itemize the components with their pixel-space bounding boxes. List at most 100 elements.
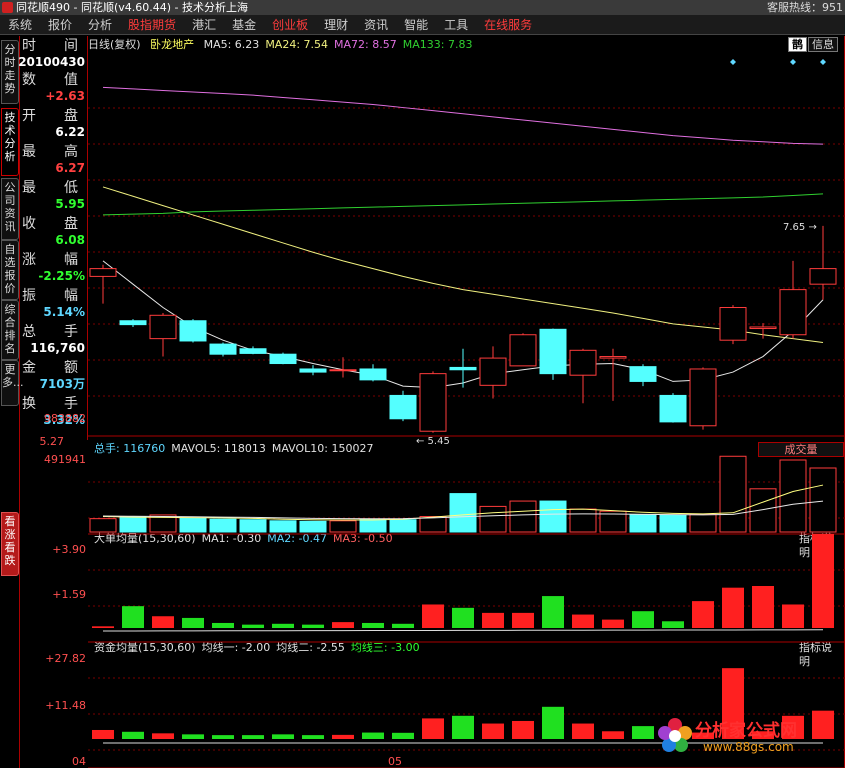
menu-item-3[interactable]: 股指期货 [120, 15, 184, 34]
info-label-7: 总 手 [22, 324, 78, 340]
info-label-4: 收 盘 [22, 216, 78, 232]
ma133-line [102, 193, 824, 216]
volume-bar [569, 508, 597, 533]
candle-body [239, 348, 267, 354]
candle-body [419, 373, 447, 432]
chart-canvas[interactable]: 7.65 → ← 5.45 05 [88, 36, 845, 768]
candle-body [479, 357, 507, 386]
event-marker-icon [790, 59, 796, 65]
candle-body [539, 328, 567, 375]
volume-bar [659, 514, 687, 533]
fund-bar [452, 715, 474, 739]
bigorder-bar [482, 612, 504, 628]
fund-bar [92, 729, 114, 739]
watermark-title: 分析家公式网 [695, 721, 797, 741]
info-label-6: 振 幅 [22, 288, 78, 304]
fund-axis-mid: +11.48 [45, 699, 86, 712]
bigorder-bar [362, 622, 384, 628]
bigorder-bar [122, 606, 144, 628]
fund-bar [542, 706, 564, 739]
volume-bar [509, 500, 537, 533]
volume-axis-top: 983882 [44, 412, 86, 425]
volume-bar [389, 519, 417, 533]
menu-item-8[interactable]: 资讯 [356, 15, 396, 34]
fund-bar [122, 731, 144, 739]
tab-intraday[interactable]: 分时走势 [1, 40, 19, 104]
menu-item-4[interactable]: 港汇 [184, 15, 224, 34]
volume-bar [449, 493, 477, 533]
volume-bar [809, 467, 837, 533]
info-value-2: 6.27 [55, 161, 85, 175]
ma72-line [102, 86, 824, 145]
bigorder-bar [512, 612, 534, 628]
price-axis-bottom: 5.27 [39, 435, 65, 448]
menu-item-0[interactable]: 系统 [0, 15, 40, 34]
fund-bar [302, 735, 324, 739]
volume-bar [209, 518, 237, 533]
volume-bar [419, 516, 447, 533]
menu-item-1[interactable]: 报价 [40, 15, 80, 34]
ma24-line [102, 186, 824, 344]
bigorder-bar [152, 616, 174, 628]
volume-bar [89, 518, 117, 533]
info-value-5: -2.25% [38, 269, 85, 283]
fund-bar [572, 723, 594, 739]
volume-bar [359, 518, 387, 533]
info-label-9: 换 手 [22, 396, 78, 412]
info-value-1: 6.22 [55, 125, 85, 139]
bigorder-bar [752, 586, 774, 628]
bigorder-bar [392, 623, 414, 628]
info-label-1: 开 盘 [22, 108, 78, 124]
fund-axis-top: +27.82 [45, 652, 86, 665]
info-label-2: 最 高 [22, 144, 78, 160]
bigorder-ma-line [102, 629, 824, 632]
info-label-8: 金 额 [22, 360, 78, 376]
fund-bar [332, 734, 354, 739]
candle-body [179, 320, 207, 342]
menu-item-9[interactable]: 智能 [396, 15, 436, 34]
bigorder-bar [632, 611, 654, 628]
low-price-annotation: ← 5.45 [416, 436, 450, 447]
tab-technical-analysis[interactable]: 技术分析 [1, 108, 19, 176]
hotline-text: 客服热线：951 [767, 1, 843, 14]
info-label-5: 涨 幅 [22, 252, 78, 268]
event-marker-icon [820, 59, 826, 65]
tab-bull-bear[interactable]: 看涨看跌 [1, 512, 19, 576]
candle-body [629, 366, 657, 382]
fund-bar [152, 733, 174, 739]
candle-body [569, 349, 597, 376]
menu-item-7[interactable]: 理财 [316, 15, 356, 34]
tab-company-news[interactable]: 公司资讯 [1, 178, 19, 240]
info-label-0: 数 值 [22, 72, 78, 88]
tab-watchlist-quotes[interactable]: 自选报价 [1, 240, 19, 300]
volume-bar [299, 520, 327, 533]
fund-bar [362, 732, 384, 739]
watermark-url: www.88gs.com [703, 740, 794, 754]
fund-bar [242, 735, 264, 739]
candle-body [359, 368, 387, 381]
volume-bar [749, 488, 777, 533]
tab-more[interactable]: 更多... [1, 360, 24, 406]
menu-bar: 系统 报价 分析 股指期货 港汇 基金 创业板 理财 资讯 智能 工具 在线服务 [0, 15, 845, 35]
candle-body [659, 394, 687, 423]
menu-item-2[interactable]: 分析 [80, 15, 120, 34]
candle-body [749, 326, 777, 330]
info-value-7: 116,760 [30, 341, 85, 355]
menu-item-6[interactable]: 创业板 [264, 15, 316, 34]
volume-axis-mid: 491941 [44, 453, 86, 466]
menu-item-10[interactable]: 工具 [436, 15, 476, 34]
candle-body [89, 268, 117, 277]
candle-body [119, 320, 147, 326]
bigorder-bar [692, 601, 714, 628]
candle-body [269, 353, 297, 365]
fund-axis-bottom: 04 [72, 755, 86, 768]
tab-overall-ranking[interactable]: 综合排名 [1, 300, 19, 360]
bigorder-bar [542, 596, 564, 628]
volume-bar [239, 519, 267, 533]
menu-item-5[interactable]: 基金 [224, 15, 264, 34]
info-label-time: 时 间 [22, 38, 78, 54]
menu-item-11[interactable]: 在线服务 [476, 15, 540, 34]
bigorder-bar [92, 626, 114, 628]
info-value-8: 7103万 [39, 377, 85, 391]
info-value-date: 20100430 [18, 55, 85, 69]
